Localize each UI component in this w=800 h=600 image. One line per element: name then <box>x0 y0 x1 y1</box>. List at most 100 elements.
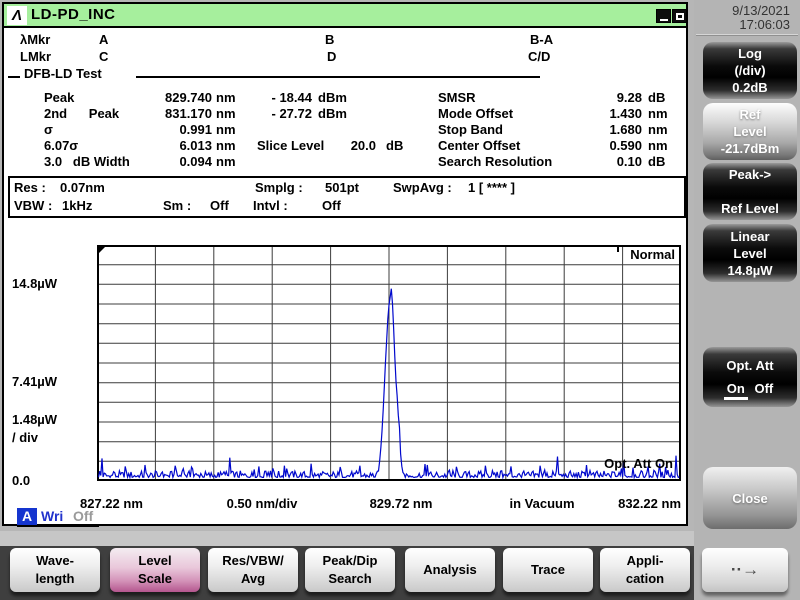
maximize-button[interactable] <box>672 9 687 23</box>
menu-line: length <box>36 570 75 588</box>
result-label: 6.07σ <box>44 138 78 154</box>
marker-cd-label: C/D <box>528 49 550 65</box>
menu-peak-dip-search-button[interactable]: Peak/Dip Search <box>305 548 395 592</box>
y-axis-mid-label: 7.41µW <box>12 374 57 390</box>
marker-a-label: A <box>99 32 108 48</box>
menu-line: Appli- <box>627 552 664 570</box>
result-unit: nm <box>216 154 236 170</box>
result-value: 0.094 <box>100 154 212 170</box>
opt-att-options: On Off <box>703 380 797 397</box>
sweep-avg-value: 1 [ **** ] <box>468 180 515 196</box>
softkey-peak-to-ref-level[interactable]: Peak-> Ref Level <box>703 163 797 220</box>
trace-off-label: Off <box>73 508 93 524</box>
interval-value: Off <box>322 198 341 214</box>
y-axis-perdiv-value: 1.48µW <box>12 412 57 428</box>
result-level: - 18.44 <box>240 90 312 106</box>
section-title: DFB-LD Test <box>24 66 102 82</box>
vbw-label: VBW : <box>14 198 52 214</box>
softkey-close[interactable]: Close <box>703 467 797 529</box>
result-label: σ <box>44 122 53 138</box>
result-unit: dB <box>648 154 665 170</box>
slice-level-value: 20.0 <box>342 138 376 154</box>
result-label: Center Offset <box>438 138 520 154</box>
softkey-ref-level[interactable]: Ref Level -21.7dBm <box>703 103 797 160</box>
slice-level-unit: dB <box>386 138 403 154</box>
softkey-line: Log <box>738 45 762 62</box>
menu-line: Peak/Dip <box>323 552 378 570</box>
x-axis-perdiv-label: 0.50 nm/div <box>202 496 322 512</box>
date-display: 9/13/2021 <box>700 4 790 18</box>
section-rule-left <box>8 76 20 78</box>
softkey-line: Ref Level <box>721 200 779 217</box>
minimize-button[interactable] <box>656 9 671 23</box>
result-unit: nm <box>216 138 236 154</box>
trace-mode-label: Normal <box>630 247 675 263</box>
menu-level-scale-button[interactable]: Level Scale <box>110 548 200 592</box>
marker-d-label: D <box>327 49 336 65</box>
softkey-line: Linear <box>730 228 769 245</box>
menu-line: Avg <box>241 570 265 588</box>
y-axis-zero-label: 0.0 <box>12 473 30 489</box>
result-unit: nm <box>648 138 668 154</box>
section-rule-right <box>136 76 540 78</box>
opt-att-off-option[interactable]: Off <box>751 381 776 396</box>
slice-level-label: Slice Level <box>257 138 324 154</box>
y-axis-perdiv-label: / div <box>12 430 38 446</box>
sweep-settings-box: Res : 0.07nm Smplg : 501pt SwpAvg : 1 [ … <box>8 176 686 218</box>
result-level-unit: dBm <box>318 106 347 122</box>
menu-line: Level <box>138 552 171 570</box>
menu-line: Trace <box>531 561 565 579</box>
analyzer-window: Λ LD-PD_INC λMkr A B B-A LMkr C D C/D DF… <box>2 2 688 526</box>
result-value: 9.28 <box>540 90 642 106</box>
softkey-line: (/div) <box>734 62 765 79</box>
y-axis-ref-label: 14.8µW <box>12 276 57 292</box>
menu-wavelength-button[interactable]: Wave- length <box>10 548 100 592</box>
result-unit: dB <box>648 90 665 106</box>
trace-channel-badge[interactable]: A <box>17 508 37 525</box>
x-axis-end-label: 832.22 nm <box>561 496 681 512</box>
menu-line: Wave- <box>36 552 74 570</box>
arrow-right-icon: ··→ <box>731 560 759 580</box>
menu-line: cation <box>626 570 664 588</box>
result-unit: nm <box>216 122 236 138</box>
softkey-opt-att[interactable]: Opt. Att On Off <box>703 347 797 407</box>
softkey-line <box>748 183 752 200</box>
menu-trace-button[interactable]: Trace <box>503 548 593 592</box>
menu-analysis-button[interactable]: Analysis <box>405 548 495 592</box>
result-value: 0.10 <box>540 154 642 170</box>
softkey-line: Level <box>733 123 766 140</box>
result-unit: nm <box>216 90 236 106</box>
interval-label: Intvl : <box>253 198 288 214</box>
result-label: Peak <box>44 90 74 106</box>
smooth-label: Sm : <box>163 198 191 214</box>
opt-att-annotation: Opt. Att On <box>604 456 673 472</box>
menu-line: Analysis <box>423 561 476 579</box>
marker-b-label: B <box>325 32 334 48</box>
sweep-avg-label: SwpAvg : <box>393 180 452 196</box>
res-value: 0.07nm <box>60 180 105 196</box>
menu-res-vbw-avg-button[interactable]: Res/VBW/ Avg <box>208 548 298 592</box>
softkey-panel: 9/13/2021 17:06:03 Log (/div) 0.2dB Ref … <box>694 0 800 600</box>
result-unit: nm <box>648 122 668 138</box>
softkey-line: Ref <box>740 106 761 123</box>
result-value: 1.680 <box>540 122 642 138</box>
menu-line: Scale <box>138 570 172 588</box>
opt-att-title: Opt. Att <box>726 357 773 374</box>
maximize-icon <box>676 13 684 20</box>
result-level-unit: dBm <box>318 90 347 106</box>
softkey-linear-level[interactable]: Linear Level 14.8µW <box>703 224 797 282</box>
res-label: Res : <box>14 180 46 196</box>
menu-more-arrow-button[interactable]: ··→ <box>702 548 788 592</box>
display-zone-marker-icon <box>98 246 106 254</box>
level-marker-label: LMkr <box>20 49 51 65</box>
title-bar: Λ LD-PD_INC <box>4 4 686 28</box>
softkey-log-per-div[interactable]: Log (/div) 0.2dB <box>703 42 797 99</box>
vbw-value: 1kHz <box>62 198 92 214</box>
menu-application-button[interactable]: Appli- cation <box>600 548 690 592</box>
opt-att-on-option[interactable]: On <box>724 381 748 400</box>
smooth-value: Off <box>210 198 229 214</box>
result-level: - 27.72 <box>240 106 312 122</box>
softkey-line: 14.8µW <box>727 262 772 279</box>
result-label: SMSR <box>438 90 476 106</box>
wavelength-marker-label: λMkr <box>20 32 50 48</box>
